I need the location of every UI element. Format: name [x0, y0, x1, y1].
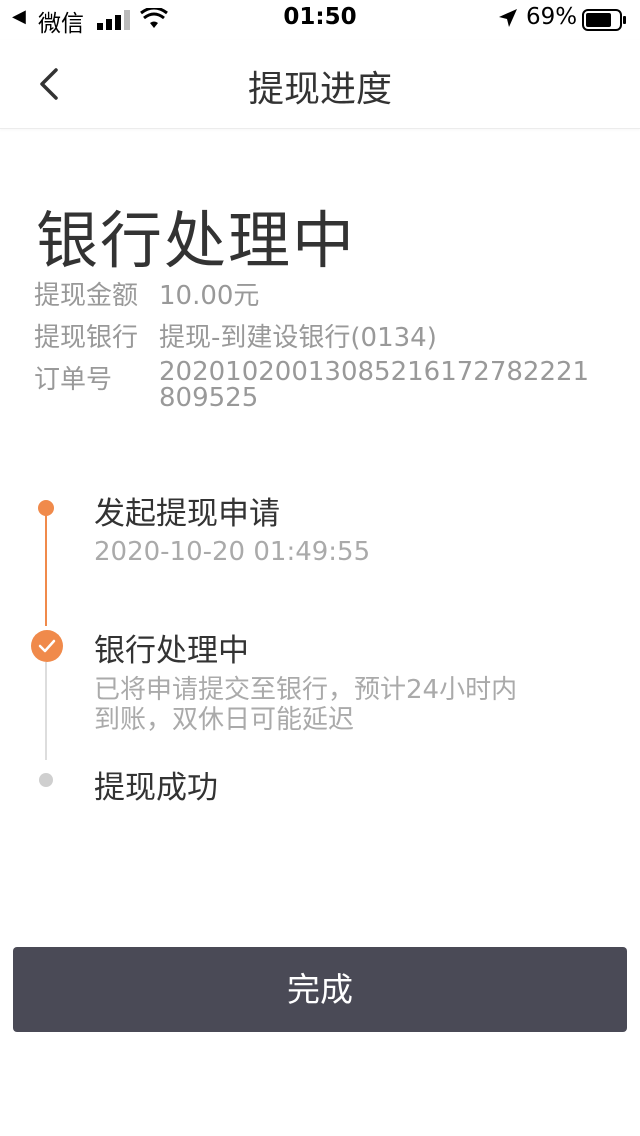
step-3-title: 提现成功 — [94, 770, 218, 806]
bank-label: 提现银行 — [34, 323, 139, 353]
timeline-line-done — [45, 512, 47, 626]
done-button[interactable]: 完成 — [13, 947, 627, 1032]
page-title: 提现进度 — [247, 69, 392, 110]
order-label: 订单号 — [34, 365, 113, 395]
status-heading: 银行处理中 — [36, 204, 357, 277]
timeline-line-pending — [45, 662, 47, 760]
step-done-dot-icon — [38, 500, 54, 516]
step-2-title: 银行处理中 — [94, 633, 249, 669]
amount-value: 10.00元 — [159, 281, 260, 311]
status-bar: ◀ 微信 01:50 69% — [0, 0, 640, 40]
check-icon — [31, 630, 63, 662]
battery-icon — [582, 9, 626, 31]
step-1-time: 2020-10-20 01:49:55 — [94, 537, 371, 567]
step-1-title: 发起提现申请 — [94, 496, 280, 532]
order-number: 20201020013085216172782221809525 — [159, 357, 590, 413]
nav-bar: 提现进度 — [0, 40, 640, 129]
battery-percent: 69% — [526, 4, 578, 30]
step-2-description: 已将申请提交至银行，预计24小时内到账，双休日可能延迟 — [94, 675, 518, 735]
bank-value: 提现-到建设银行(0134) — [159, 323, 437, 353]
amount-label: 提现金额 — [34, 281, 139, 311]
location-arrow-icon — [499, 9, 517, 27]
step-pending-dot-icon — [39, 773, 53, 787]
